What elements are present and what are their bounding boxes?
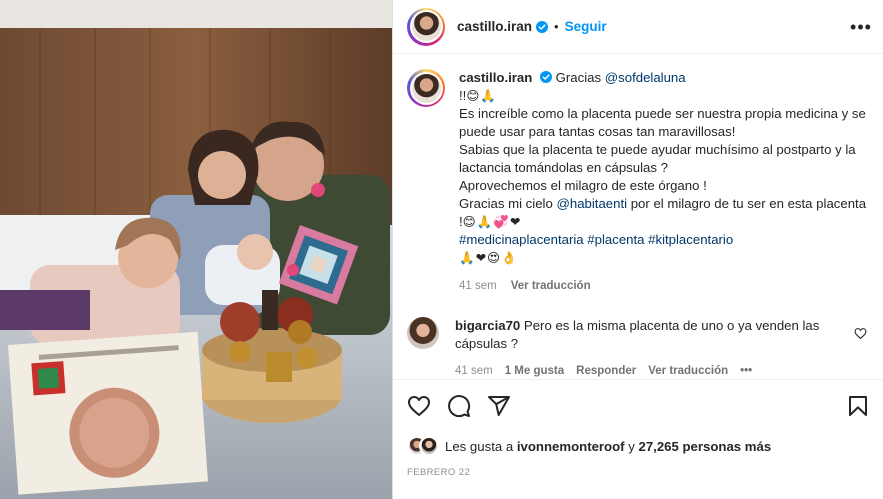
post-photo[interactable] [0, 0, 392, 499]
action-icons [407, 394, 511, 418]
caption-author-avatar[interactable] [407, 69, 445, 107]
post-date[interactable]: FEBRERO 22 [407, 467, 470, 478]
comment-reply-button[interactable]: Responder [576, 362, 636, 379]
comment-translate-button[interactable]: Ver traducción [648, 362, 728, 379]
author-avatar[interactable] [407, 7, 445, 46]
comments-area[interactable]: castillo.iran Gracias @sofdelaluna !!😊🙏 … [393, 55, 883, 379]
caption-meta: 41 sem Ver traducción [459, 277, 869, 295]
likes-prefix: Les gusta a [445, 438, 517, 454]
author-username[interactable]: castillo.iran [457, 19, 532, 34]
follow-button[interactable]: Seguir [565, 19, 607, 34]
verified-icon [536, 20, 549, 33]
caption-emoji-2: 😊🙏💞❤ [462, 214, 522, 229]
caption-translate-button[interactable]: Ver traducción [511, 277, 591, 295]
caption-text: castillo.iran Gracias @sofdelaluna !!😊🙏 … [459, 69, 869, 295]
post-panel: castillo.iran • Seguir ••• castillo.iran [392, 0, 883, 499]
comment-author[interactable]: bigarcia70 [455, 318, 520, 333]
post-actions: Les gusta a ivonnemonteroof y 27,265 per… [393, 379, 883, 499]
commenter-avatar[interactable] [407, 317, 439, 349]
caption-line-3: Sabias que la placenta te puede ayudar m… [459, 142, 856, 175]
author-avatar-image [411, 12, 441, 41]
liker-avatar[interactable] [419, 436, 439, 456]
mention-habitaenti[interactable]: @habitaenti [556, 196, 627, 211]
post-image-illustration [0, 0, 392, 499]
comment-time[interactable]: 41 sem [455, 362, 493, 379]
comment-meta: 41 sem 1 Me gusta Responder Ver traducci… [455, 362, 855, 379]
caption-emoji-1: 😊🙏 [466, 88, 497, 103]
caption: castillo.iran Gracias @sofdelaluna !!😊🙏 … [407, 69, 869, 295]
post-header: castillo.iran • Seguir ••• [393, 0, 883, 54]
likes-summary: Les gusta a ivonnemonteroof y 27,265 per… [407, 436, 771, 456]
bookmark-icon[interactable] [846, 394, 870, 418]
caption-line-4: Aprovechemos el milagro de este órgano ! [459, 178, 707, 193]
comment-heart-icon[interactable] [854, 327, 867, 340]
header-separator: • [554, 19, 559, 34]
caption-avatar-image [411, 73, 441, 103]
comment-item: bigarcia70 Pero es la misma placenta de … [407, 317, 877, 379]
caption-line-5-prefix: Gracias mi cielo [459, 196, 557, 211]
comment-more-icon[interactable]: ••• [740, 362, 752, 379]
share-icon[interactable] [487, 394, 511, 418]
caption-author[interactable]: castillo.iran [459, 70, 532, 85]
caption-thanks: Gracias [555, 70, 605, 85]
likes-count[interactable]: 27,265 personas más [638, 439, 771, 454]
comment-icon[interactable] [447, 394, 471, 418]
comment-like-count[interactable]: 1 Me gusta [505, 362, 564, 379]
heart-icon[interactable] [407, 394, 431, 418]
likes-middle: y [624, 438, 639, 454]
caption-hashtags[interactable]: #medicinaplacentaria #placenta #kitplace… [459, 232, 733, 247]
likes-text: Les gusta a ivonnemonteroof y 27,265 per… [445, 439, 771, 454]
verified-icon [539, 71, 552, 83]
likes-user[interactable]: ivonnemonteroof [517, 439, 625, 454]
more-icon[interactable]: ••• [850, 16, 872, 38]
caption-emoji-end: 🙏❤😍👌 [459, 250, 518, 265]
comment-text: bigarcia70 Pero es la misma placenta de … [455, 317, 855, 379]
caption-line-2: Es increíble como la placenta puede ser … [459, 106, 866, 139]
mention-sofdelaluna[interactable]: @sofdelaluna [605, 70, 686, 85]
caption-time[interactable]: 41 sem [459, 277, 497, 295]
